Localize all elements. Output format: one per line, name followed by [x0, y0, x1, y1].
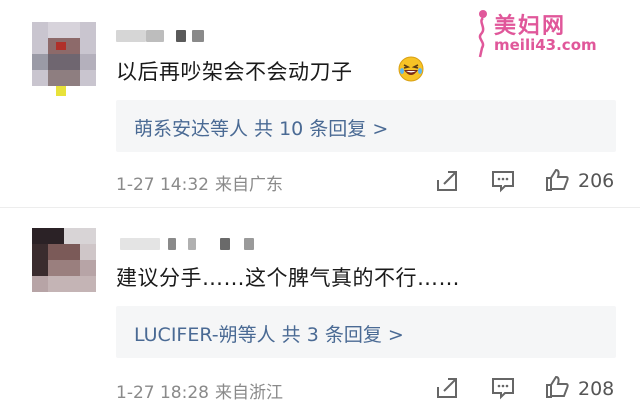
comment-meta: 1-27 14:32 来自广东 [116, 170, 283, 195]
like-count: 208 [578, 378, 615, 400]
laughing-crying-emoji-icon [398, 56, 424, 82]
comment-location: 来自广东 [214, 175, 283, 195]
reply-username[interactable]: 萌系安达 [134, 118, 210, 140]
like-count: 206 [578, 170, 615, 192]
comment-meta: 1-27 18:28 来自浙江 [116, 378, 283, 403]
reply-count-link[interactable]: 等人 共 10 条回复 > [210, 118, 388, 140]
reply-count-link[interactable]: 等人 共 3 条回复 > [238, 324, 404, 346]
share-icon[interactable] [434, 168, 460, 194]
comment-location: 来自浙江 [214, 383, 283, 403]
comment-text: 以后再吵架会不会动刀子 [116, 60, 353, 84]
comment-icon[interactable] [490, 168, 516, 194]
comment-text: 建议分手……这个脾气真的不行…… [116, 266, 460, 290]
username-blurred[interactable] [116, 30, 206, 42]
thumbs-up-icon[interactable] [544, 374, 570, 400]
comment-item: 以后再吵架会不会动刀子 萌系安达等人 共 10 条回复 > 1-27 14:32… [0, 0, 640, 208]
thumbs-up-icon[interactable] [544, 167, 570, 193]
comment-icon[interactable] [490, 375, 516, 401]
replies-box[interactable]: LUCIFER-朔等人 共 3 条回复 > [116, 306, 616, 358]
reply-username[interactable]: LUCIFER-朔 [134, 324, 238, 346]
avatar[interactable] [32, 22, 96, 86]
username-blurred[interactable] [120, 238, 260, 250]
avatar[interactable] [32, 228, 96, 292]
comment-time: 1-27 18:28 [116, 383, 209, 403]
comment-item: 建议分手……这个脾气真的不行…… LUCIFER-朔等人 共 3 条回复 > 1… [0, 208, 640, 406]
avatar-badge [56, 86, 66, 96]
share-icon[interactable] [434, 375, 460, 401]
replies-box[interactable]: 萌系安达等人 共 10 条回复 > [116, 100, 616, 152]
comment-time: 1-27 14:32 [116, 175, 209, 195]
